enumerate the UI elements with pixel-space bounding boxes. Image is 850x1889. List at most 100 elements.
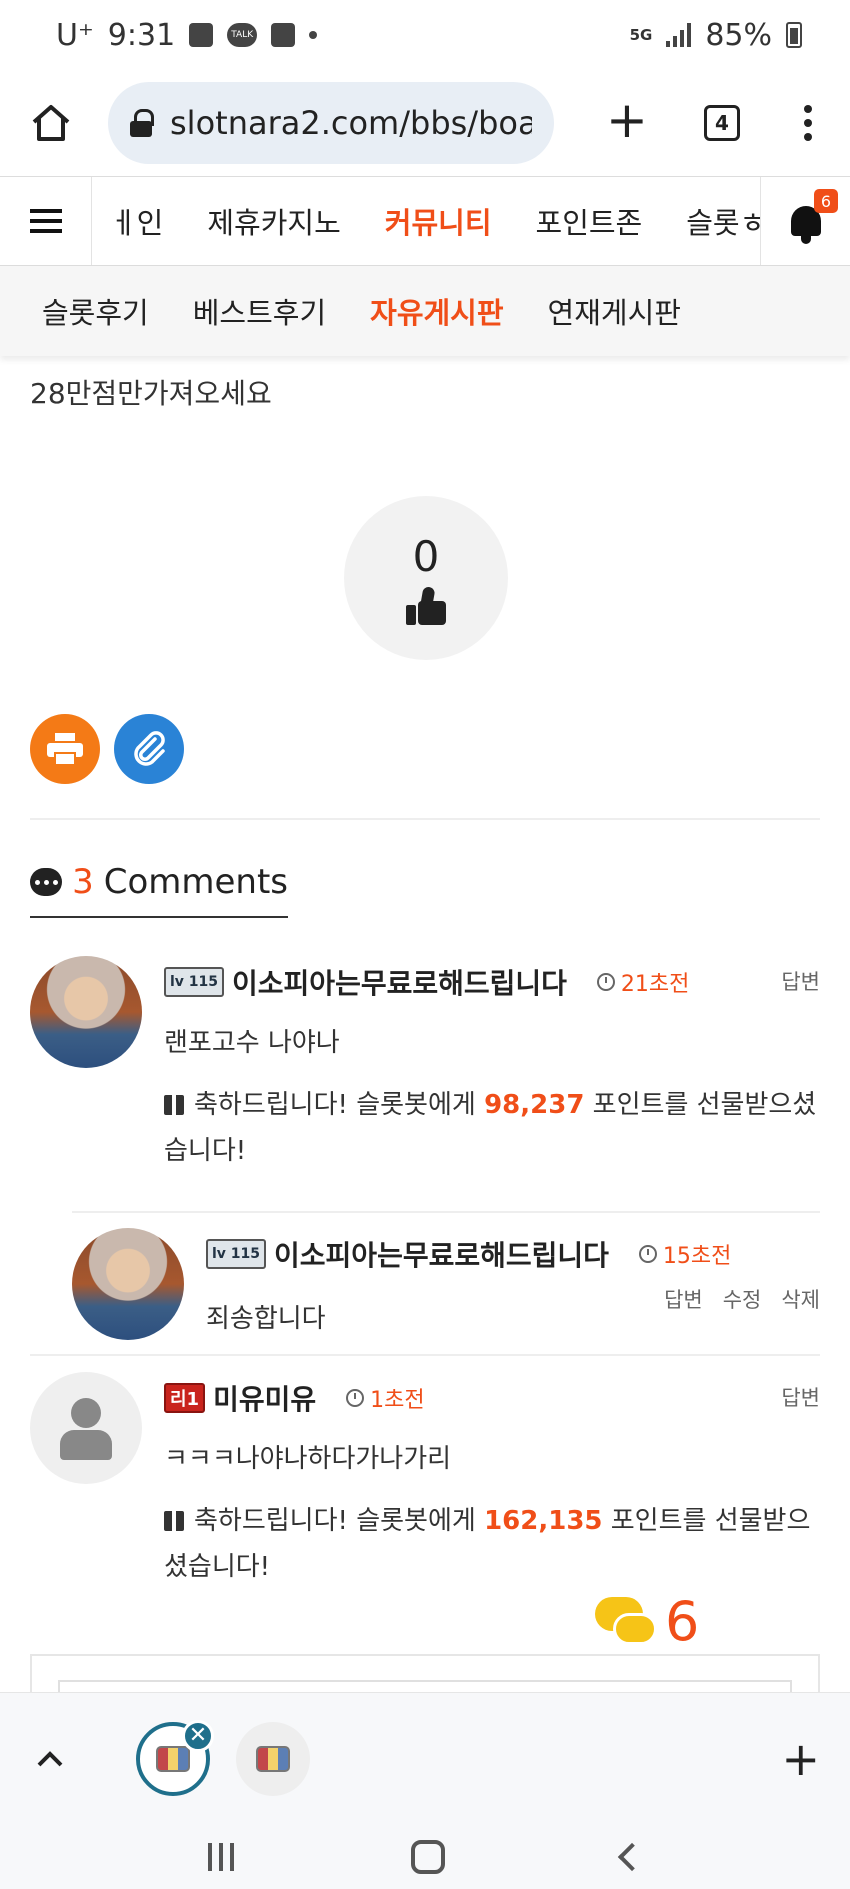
browser-home-button[interactable] [28, 100, 74, 146]
comment-author[interactable]: 이소피아는무료로해드립니다 [232, 962, 567, 1002]
url-text: slotnara2.com/bbs/boar [170, 104, 532, 142]
address-bar[interactable]: slotnara2.com/bbs/boar [108, 82, 554, 164]
paperclip-icon [134, 731, 165, 766]
nav-item-main[interactable]: ㅔ인 [92, 200, 185, 242]
recents-button[interactable] [208, 1842, 235, 1871]
gift-points: 98,237 [484, 1090, 585, 1120]
tab-slot-review[interactable]: 슬롯후기 [20, 290, 171, 332]
gift-message: 축하드립니다! 슬롯봇에게 162,135 포인트를 선물받으셨습니다! [164, 1498, 820, 1590]
add-tab-button[interactable]: + [781, 1732, 820, 1786]
avatar[interactable] [30, 956, 142, 1068]
avatar[interactable] [72, 1228, 184, 1340]
gift-prefix: 축하드립니다! 슬롯봇에게 [194, 1506, 485, 1536]
chat-count: 6 [665, 1590, 700, 1653]
gift-icon [164, 1095, 184, 1115]
new-tab-plus-button[interactable]: + [602, 95, 652, 148]
slot-machine-icon [256, 1745, 290, 1772]
tab-thumbnail[interactable] [236, 1721, 310, 1796]
nav-item-community[interactable]: 커뮤니티 [363, 200, 514, 242]
notification-button[interactable]: 6 [760, 177, 850, 265]
comment-time-text: 1초전 [370, 1388, 425, 1413]
comment-item: 리1 미유미유 1초전 답변 ㅋㅋㅋ나야나하다가나가리 축하드립니다! 슬롯봇에… [30, 1372, 820, 1592]
comment-header: 리1 미유미유 1초전 [164, 1378, 425, 1418]
carrier-label: U⁺ [56, 17, 94, 53]
signal-icon [666, 23, 692, 47]
hamburger-line-icon [29, 229, 62, 233]
comment-actions: 답변 수정 삭제 [664, 1284, 820, 1314]
close-tab-icon[interactable]: ✕ [182, 1719, 214, 1752]
comment-divider [30, 1354, 820, 1356]
chat-bubbles-icon [595, 1596, 659, 1647]
menu-dot-icon [804, 119, 812, 127]
comments-heading: 3 Comments [30, 862, 288, 918]
comment-bubble-icon [30, 868, 63, 896]
comment-author[interactable]: 이소피아는무료로해드립니다 [274, 1234, 609, 1274]
android-home-button[interactable] [410, 1839, 445, 1874]
comment-header: lv 115 이소피아는무료로해드립니다 21초전 [164, 962, 689, 1002]
delete-button[interactable]: 삭제 [781, 1284, 820, 1314]
network-type: 5G [629, 26, 653, 44]
level-badge: 리1 [164, 1383, 206, 1413]
talk-notification-icon: TALK [227, 23, 258, 47]
browser-menu-button[interactable] [798, 105, 818, 141]
gift-points: 162,135 [484, 1506, 603, 1536]
thumbs-up-icon [406, 585, 446, 625]
main-nav-items: ㅔ인 제휴카지노 커뮤니티 포인트존 슬롯ㅎ [92, 177, 760, 265]
nav-item-partner-casino[interactable]: 제휴카지노 [185, 200, 362, 242]
tab-thumbnail-active[interactable]: ✕ [136, 1719, 214, 1796]
level-badge: lv 115 [164, 967, 225, 997]
gift-message: 축하드립니다! 슬롯봇에게 98,237 포인트를 선물받으셨습니다! [164, 1082, 820, 1174]
status-bar: U⁺ 9:31 TALK 5G 85% [0, 0, 850, 70]
reply-button[interactable]: 답변 [664, 1284, 703, 1314]
comment-time-text: 15초전 [662, 1244, 732, 1269]
android-back-button[interactable] [617, 1842, 646, 1871]
home-icon [32, 105, 70, 141]
chevron-up-icon [37, 1750, 63, 1766]
reply-button[interactable]: 답변 [781, 966, 820, 996]
battery-icon [786, 22, 802, 48]
comment-author[interactable]: 미유미유 [213, 1378, 316, 1418]
slot-machine-icon [156, 1745, 190, 1772]
level-badge: lv 115 [206, 1239, 267, 1269]
floating-chat-button[interactable]: 6 [585, 1584, 710, 1659]
gift-icon [164, 1511, 184, 1531]
comments-label: Comments [103, 862, 288, 902]
reply-button[interactable]: 답변 [781, 1382, 820, 1412]
hamburger-line-icon [29, 219, 62, 223]
comment-header: lv 115 이소피아는무료로해드립니다 15초전 [206, 1234, 731, 1274]
clock-icon [346, 1389, 365, 1407]
comment-text: 랜포고수 나야나 [164, 1028, 340, 1058]
hamburger-menu-button[interactable] [0, 177, 92, 265]
like-button[interactable]: 0 [344, 496, 508, 660]
content-divider [30, 818, 820, 820]
comment-divider [72, 1211, 820, 1213]
tab-best-review[interactable]: 베스트후기 [171, 290, 348, 332]
person-icon [71, 1398, 101, 1428]
print-button[interactable] [30, 714, 100, 784]
comments-count: 3 [72, 862, 94, 902]
like-count: 0 [412, 531, 440, 581]
expand-tabs-button[interactable] [30, 1739, 70, 1779]
more-notifications-icon [309, 31, 318, 39]
comment-actions: 답변 [781, 966, 820, 996]
menu-dot-icon [804, 105, 812, 113]
comment-item: lv 115 이소피아는무료로해드립니다 21초전 답변 랜포고수 나야나 축하… [30, 956, 820, 1166]
tab-series-board[interactable]: 연재게시판 [526, 290, 703, 332]
nav-item-slot[interactable]: 슬롯ㅎ [664, 200, 760, 242]
battery-percent: 85% [705, 17, 772, 53]
avatar-default[interactable] [30, 1372, 142, 1484]
tab-free-board[interactable]: 자유게시판 [348, 290, 525, 332]
nav-item-point-zone[interactable]: 포인트존 [514, 200, 665, 242]
edit-button[interactable]: 수정 [723, 1284, 762, 1314]
comment-time-text: 21초전 [620, 972, 690, 997]
comment-text: 죄송합니다 [206, 1304, 326, 1334]
comment-actions: 답변 [781, 1382, 820, 1412]
status-left: U⁺ 9:31 TALK [56, 17, 318, 53]
alarm-notification-icon [271, 23, 296, 47]
board-sub-nav: 슬롯후기 베스트후기 자유게시판 연재게시판 [0, 266, 850, 356]
tab-switcher-button[interactable]: 4 [704, 105, 740, 141]
gift-prefix: 축하드립니다! 슬롯봇에게 [194, 1090, 485, 1120]
gallery-notification-icon [189, 23, 214, 47]
share-buttons [30, 714, 184, 784]
copy-link-button[interactable] [114, 714, 184, 784]
